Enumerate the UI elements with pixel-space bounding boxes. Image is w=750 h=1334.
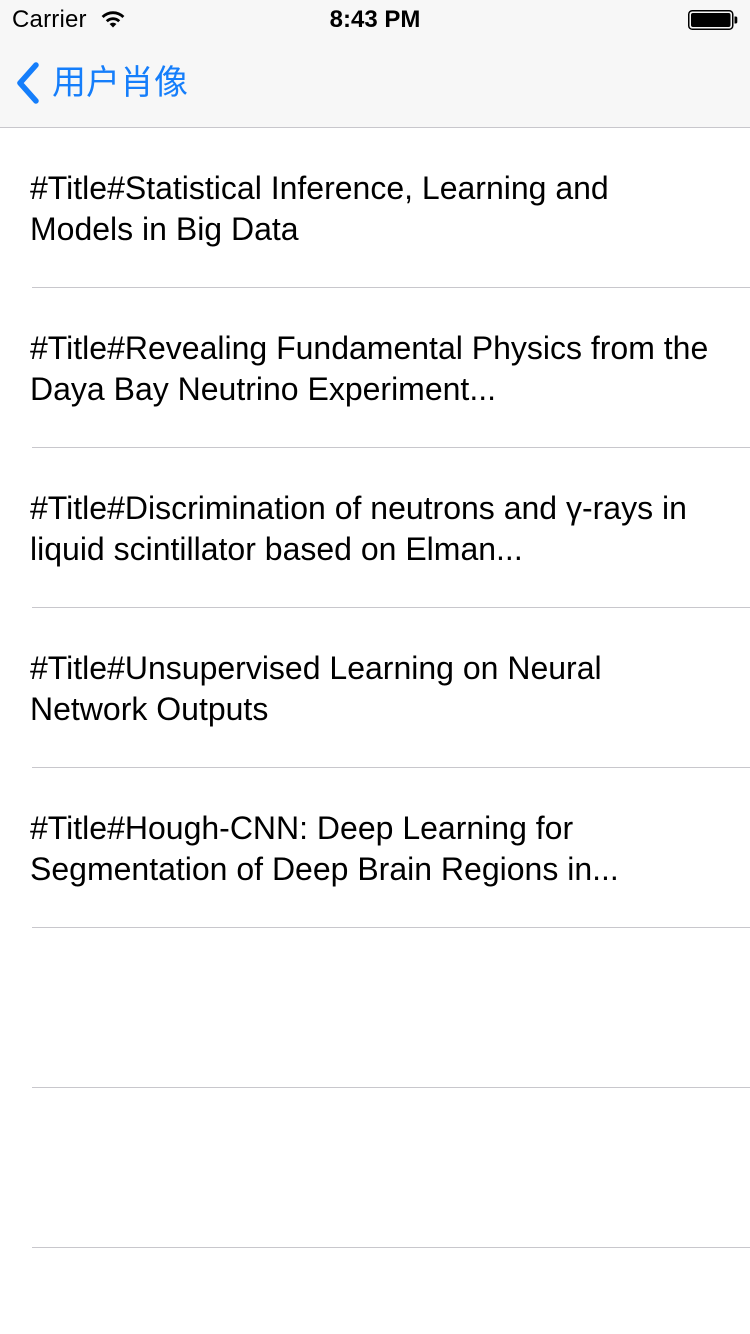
row-title: #Title#Discrimination of neutrons and γ-… xyxy=(30,490,687,567)
table-row[interactable]: #Title#Hough-CNN: Deep Learning for Segm… xyxy=(0,768,750,928)
row-title: #Title#Unsupervised Learning on Neural N… xyxy=(30,650,602,727)
status-time: 8:43 PM xyxy=(329,6,421,33)
chevron-left-icon xyxy=(17,62,39,104)
table-view: #Title#Statistical Inference, Learning a… xyxy=(0,128,750,1248)
top-bar: Carrier 8:43 PM 用户肖像 xyxy=(0,0,750,128)
table-row-empty xyxy=(0,928,750,1088)
screen: Carrier 8:43 PM 用户肖像 #Title#Statistical … xyxy=(0,0,750,1334)
row-title: #Title#Revealing Fundamental Physics fro… xyxy=(30,330,709,407)
table-row-empty xyxy=(0,1088,750,1248)
table-row[interactable]: #Title#Revealing Fundamental Physics fro… xyxy=(0,288,750,448)
back-button[interactable]: 用户肖像 xyxy=(14,58,188,108)
table-row[interactable]: #Title#Unsupervised Learning on Neural N… xyxy=(0,608,750,768)
status-bar: Carrier 8:43 PM xyxy=(0,0,750,40)
back-button-label: 用户肖像 xyxy=(52,64,188,102)
row-title: #Title#Hough-CNN: Deep Learning for Segm… xyxy=(30,810,619,887)
row-title: #Title#Statistical Inference, Learning a… xyxy=(30,170,609,247)
navigation-bar: 用户肖像 xyxy=(0,40,750,128)
table-row[interactable]: #Title#Discrimination of neutrons and γ-… xyxy=(0,448,750,608)
battery-icon xyxy=(688,10,738,30)
table-row[interactable]: #Title#Statistical Inference, Learning a… xyxy=(0,128,750,288)
